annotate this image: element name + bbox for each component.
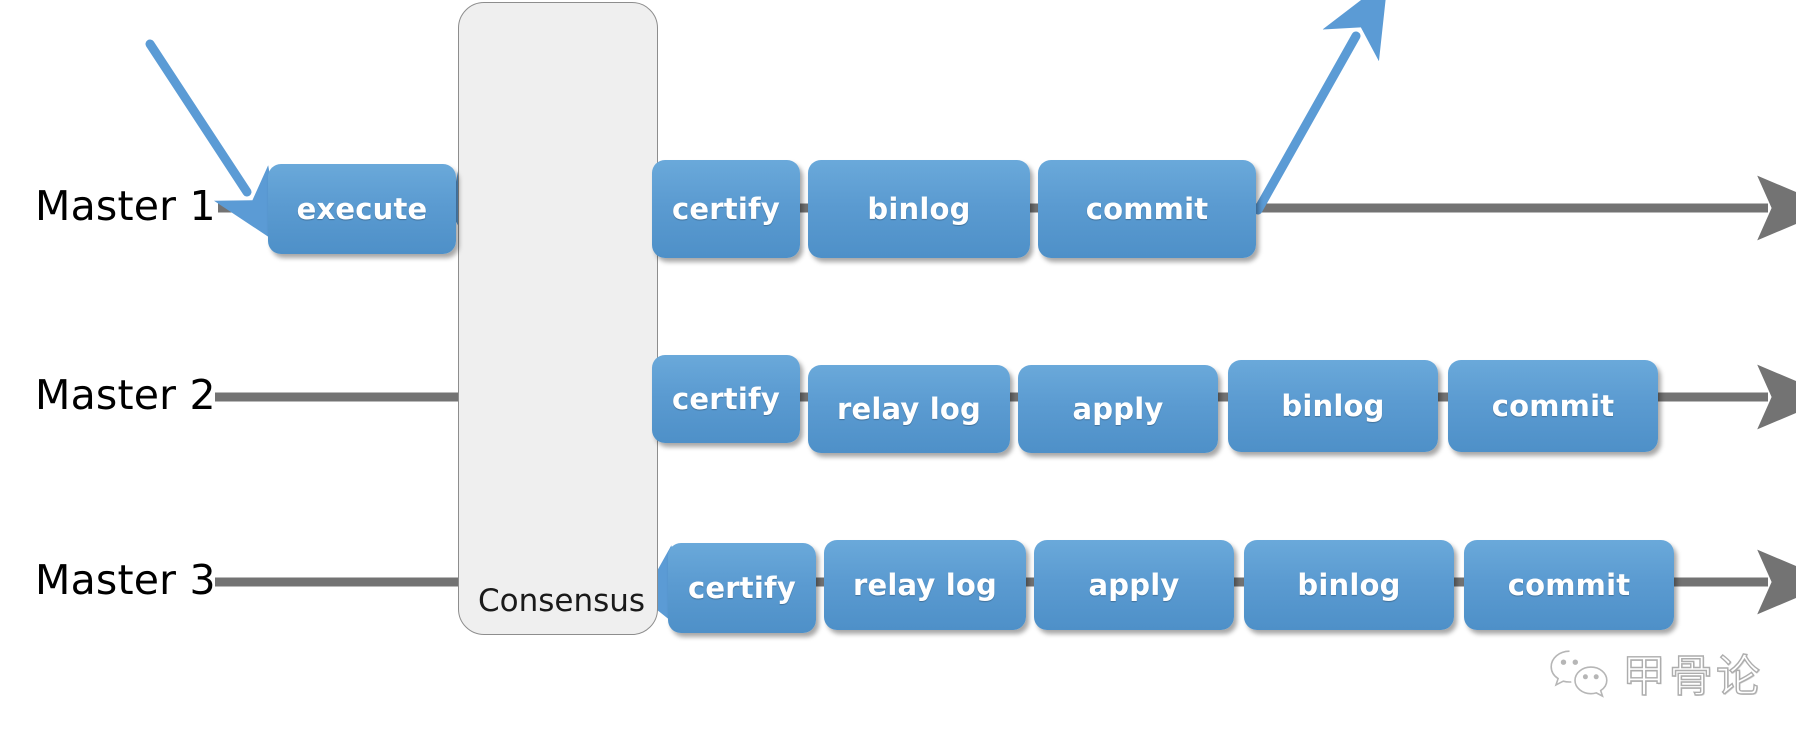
watermark-text: 甲骨论 — [1621, 650, 1763, 702]
row-label-master-2: Master 2 — [35, 371, 216, 419]
stage-box-master3-relay-log[interactable]: relay log — [824, 540, 1026, 630]
stage-box-master1-binlog[interactable]: binlog — [808, 160, 1030, 258]
outgoing-response-arrow — [1253, 0, 1388, 215]
consensus-label: Consensus — [478, 583, 646, 619]
consensus-region — [458, 2, 658, 635]
diagram-canvas: Consensus Master 1 Master 2 Master 3 exe… — [0, 0, 1796, 750]
wechat-icon — [1548, 648, 1610, 705]
stage-box-master2-apply[interactable]: apply — [1018, 365, 1218, 453]
stage-box-master3-apply[interactable]: apply — [1034, 540, 1234, 630]
stage-box-master3-commit[interactable]: commit — [1464, 540, 1674, 630]
stage-box-master2-binlog[interactable]: binlog — [1228, 360, 1438, 452]
stage-box-master3-certify[interactable]: certify — [668, 543, 816, 633]
stage-box-master2-commit[interactable]: commit — [1448, 360, 1658, 452]
row-label-master-3: Master 3 — [35, 556, 216, 604]
incoming-request-arrow — [145, 39, 283, 247]
stage-box-master1-execute[interactable]: execute — [268, 164, 456, 254]
stage-box-master2-relay-log[interactable]: relay log — [808, 365, 1010, 453]
stage-box-master1-certify[interactable]: certify — [652, 160, 800, 258]
watermark: 甲骨论 — [1548, 648, 1763, 705]
stage-box-master2-certify[interactable]: certify — [652, 355, 800, 443]
row-label-master-1: Master 1 — [35, 182, 216, 230]
stage-box-master3-binlog[interactable]: binlog — [1244, 540, 1454, 630]
stage-box-master1-commit[interactable]: commit — [1038, 160, 1256, 258]
